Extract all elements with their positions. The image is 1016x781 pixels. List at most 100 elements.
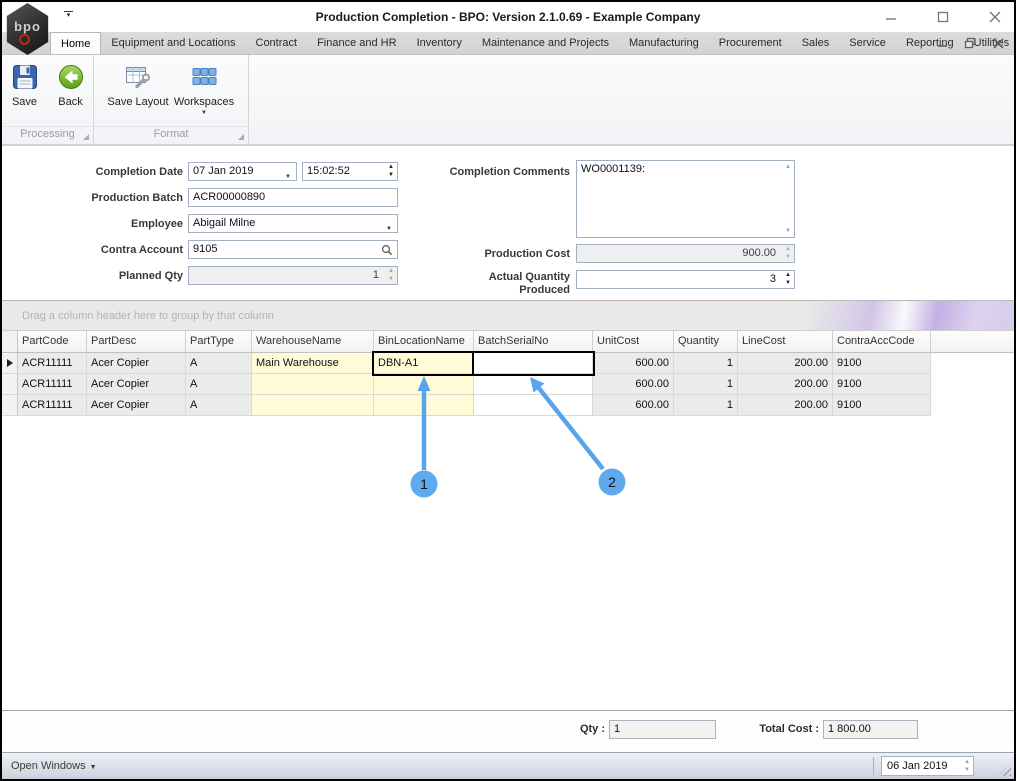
cell-binlocationname[interactable] — [374, 395, 474, 416]
employee-dropdown[interactable]: Abigail Milne ▼ — [188, 214, 398, 233]
tab-finance-and-hr[interactable]: Finance and HR — [307, 32, 407, 54]
mdi-restore-button[interactable] — [962, 35, 978, 51]
cell-partdesc[interactable]: Acer Copier — [87, 374, 186, 395]
column-header-binlocationname[interactable]: BinLocationName — [374, 331, 474, 352]
cell-parttype[interactable]: A — [186, 374, 252, 395]
cell-linecost[interactable]: 200.00 — [738, 395, 833, 416]
cell-warehousename[interactable] — [252, 395, 374, 416]
cell-warehousename[interactable]: Main Warehouse — [252, 353, 374, 374]
row-indicator — [2, 374, 18, 395]
production-batch-field[interactable]: ACR00000890 — [188, 188, 398, 207]
tab-sales[interactable]: Sales — [792, 32, 840, 54]
cell-warehousename[interactable] — [252, 374, 374, 395]
table-row: ACR11111 Acer Copier A Main Warehouse DBN-A1… — [2, 351, 1014, 376]
dialog-launcher-icon[interactable] — [83, 134, 89, 140]
cell-binlocationname[interactable]: DBN-A1 — [372, 351, 476, 376]
column-header-filler — [931, 331, 1014, 352]
cell-unitcost[interactable]: 600.00 — [593, 353, 674, 374]
cell-batchserialno[interactable] — [472, 351, 595, 376]
scroll-down-icon[interactable]: ▼ — [785, 228, 791, 234]
completion-date-field[interactable]: 07 Jan 2019 ▼ — [188, 162, 297, 181]
employee-label: Employee — [131, 218, 183, 230]
ribbon-group-format: Save Layout Workspaces ▼ Format — [94, 55, 249, 144]
save-layout-button[interactable]: Save Layout — [106, 59, 170, 116]
tab-home[interactable]: Home — [50, 32, 102, 54]
tab-contract[interactable]: Contract — [246, 32, 308, 54]
contra-account-field[interactable]: 9105 — [188, 240, 398, 259]
decorative-swirl — [784, 301, 1014, 330]
tab-inventory[interactable]: Inventory — [407, 32, 472, 54]
tab-service[interactable]: Service — [839, 32, 896, 54]
row-indicator-header — [2, 331, 18, 352]
spinner-icon[interactable]: ▲ ▼ — [964, 759, 970, 774]
tab-equipment-and-locations[interactable]: Equipment and Locations — [101, 32, 245, 54]
window-maximize-button[interactable] — [934, 8, 952, 26]
row-filler — [931, 353, 1014, 374]
spinner-icon[interactable]: ▲ ▼ — [388, 164, 394, 179]
grid-group-by-panel[interactable]: Drag a column header here to group by th… — [2, 301, 1014, 331]
cell-partcode[interactable]: ACR11111 — [18, 353, 87, 374]
ribbon-group-caption: Format — [94, 126, 248, 142]
production-batch-label: Production Batch — [91, 192, 183, 204]
minimize-icon — [886, 18, 896, 20]
grid-header-row: PartCode PartDesc PartType WarehouseName Bin… — [2, 331, 1014, 353]
completion-comments-textarea[interactable]: WO0001139: ▲ ▼ — [576, 160, 795, 238]
cell-contraacccode[interactable]: 9100 — [833, 374, 931, 395]
cell-partdesc[interactable]: Acer Copier — [87, 395, 186, 416]
column-header-linecost[interactable]: LineCost — [738, 331, 833, 352]
contra-account-label: Contra Account — [100, 244, 183, 256]
cell-batchserialno[interactable] — [474, 395, 593, 416]
back-button[interactable]: Back — [49, 59, 93, 108]
statusbar-date-field[interactable]: 06 Jan 2019 ▲ ▼ — [881, 756, 974, 776]
completion-time-field[interactable]: 15:02:52 ▲ ▼ — [302, 162, 398, 181]
actual-quantity-produced-field[interactable]: 3 ▲ ▼ — [576, 270, 795, 289]
workspaces-button[interactable]: Workspaces ▼ — [172, 59, 236, 116]
search-icon[interactable] — [381, 244, 393, 258]
cell-contraacccode[interactable]: 9100 — [833, 395, 931, 416]
production-completion-form: Completion Date 07 Jan 2019 ▼ 15:02:52 ▲… — [2, 146, 1014, 300]
cell-parttype[interactable]: A — [186, 353, 252, 374]
cell-unitcost[interactable]: 600.00 — [593, 395, 674, 416]
cell-quantity[interactable]: 1 — [674, 395, 738, 416]
mdi-close-button[interactable] — [990, 35, 1006, 51]
qty-total-label: Qty : — [579, 723, 605, 735]
cell-binlocationname[interactable] — [374, 374, 474, 395]
tab-manufacturing[interactable]: Manufacturing — [619, 32, 709, 54]
cell-contraacccode[interactable]: 9100 — [833, 353, 931, 374]
column-header-partdesc[interactable]: PartDesc — [87, 331, 186, 352]
tab-procurement[interactable]: Procurement — [709, 32, 792, 54]
workspaces-grid-icon — [189, 62, 219, 92]
mdi-minimize-button[interactable] — [934, 35, 950, 51]
tab-maintenance-and-projects[interactable]: Maintenance and Projects — [472, 32, 619, 54]
cell-batchserialno[interactable] — [474, 374, 593, 395]
window-minimize-button[interactable] — [882, 8, 900, 26]
column-header-batchserialno[interactable]: BatchSerialNo — [474, 331, 593, 352]
window-close-button[interactable] — [986, 8, 1004, 26]
chevron-down-icon: ▼ — [201, 110, 207, 116]
close-icon — [992, 37, 1004, 49]
column-header-unitcost[interactable]: UnitCost — [593, 331, 674, 352]
cell-parttype[interactable]: A — [186, 395, 252, 416]
resize-grip[interactable] — [998, 763, 1011, 776]
scroll-up-icon[interactable]: ▲ — [785, 164, 791, 170]
column-header-warehousename[interactable]: WarehouseName — [252, 331, 374, 352]
cell-partcode[interactable]: ACR11111 — [18, 374, 87, 395]
column-header-partcode[interactable]: PartCode — [18, 331, 87, 352]
column-header-contraacccode[interactable]: ContraAccCode — [833, 331, 931, 352]
open-windows-dropdown[interactable]: Open Windows ▼ — [11, 760, 97, 772]
column-header-quantity[interactable]: Quantity — [674, 331, 738, 352]
column-header-parttype[interactable]: PartType — [186, 331, 252, 352]
cell-partdesc[interactable]: Acer Copier — [87, 353, 186, 374]
ribbon-tab-bar: Home Equipment and Locations Contract Finan… — [2, 32, 1014, 55]
dialog-launcher-icon[interactable] — [238, 134, 244, 140]
cell-quantity[interactable]: 1 — [674, 374, 738, 395]
qty-total-field: 1 — [609, 720, 716, 739]
spinner-icon[interactable]: ▲ ▼ — [785, 272, 791, 287]
cell-unitcost[interactable]: 600.00 — [593, 374, 674, 395]
cell-linecost[interactable]: 200.00 — [738, 353, 833, 374]
cell-quantity[interactable]: 1 — [674, 353, 738, 374]
cell-linecost[interactable]: 200.00 — [738, 374, 833, 395]
save-layout-icon — [123, 62, 153, 92]
save-button[interactable]: Save — [3, 59, 47, 108]
cell-partcode[interactable]: ACR11111 — [18, 395, 87, 416]
